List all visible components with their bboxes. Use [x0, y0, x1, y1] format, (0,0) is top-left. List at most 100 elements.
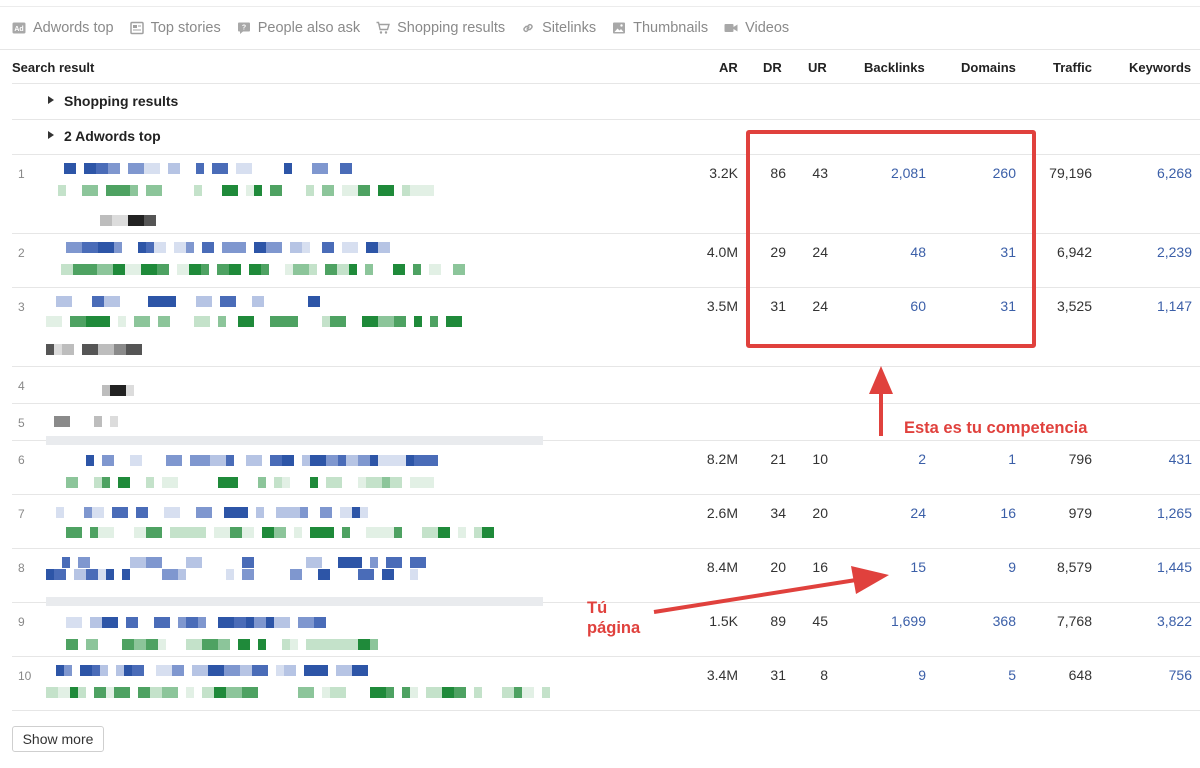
table-header: Search result AR DR UR Backlinks Domains…: [12, 50, 1200, 84]
cell-traffic: 3,525: [1056, 298, 1092, 314]
cell-ar: 4.0M: [706, 244, 738, 260]
filter-label: Top stories: [150, 20, 221, 36]
video-icon: [724, 21, 738, 35]
header-traffic[interactable]: Traffic: [1053, 60, 1092, 75]
filter-label: Thumbnails: [633, 20, 709, 36]
header-ur[interactable]: UR: [808, 60, 827, 75]
cell-backlinks[interactable]: 24: [910, 505, 926, 521]
cell-ar: 8.2M: [706, 451, 738, 467]
blurred-result-snippet[interactable]: [46, 665, 550, 715]
snippet-divider: [46, 597, 543, 606]
cell-dr: 20: [770, 559, 786, 575]
table-row: 4: [12, 367, 1200, 404]
cell-backlinks[interactable]: 1,699: [891, 613, 926, 629]
table-row: 6 8.2M 21 10 2 1 796 431: [12, 441, 1200, 495]
blurred-result-snippet[interactable]: [46, 503, 546, 553]
blurred-result-snippet[interactable]: [46, 296, 546, 355]
annotation-your-page-line2: página: [587, 619, 641, 637]
cell-keywords[interactable]: 2,239: [1157, 244, 1192, 260]
table-row: 8 8.4M 20 16 15 9 8,579 1,445: [12, 549, 1200, 603]
filter-label: Videos: [745, 20, 790, 36]
cell-keywords[interactable]: 3,822: [1157, 613, 1192, 629]
cell-ur: 10: [812, 451, 828, 467]
filter-videos[interactable]: Videos: [724, 20, 789, 36]
cell-traffic: 6,942: [1056, 244, 1092, 260]
table-row: 10 3.4M 31 8 9 5 648 756: [12, 657, 1200, 711]
cell-traffic: 796: [1068, 451, 1092, 467]
filter-people-also-ask[interactable]: ? People also ask: [237, 20, 360, 36]
filter-top-stories[interactable]: Top stories: [129, 20, 221, 36]
cell-ar: 3.5M: [706, 298, 738, 314]
cell-domains[interactable]: 368: [993, 613, 1016, 629]
cell-keywords[interactable]: 1,445: [1157, 559, 1192, 575]
cell-keywords[interactable]: 1,147: [1157, 298, 1192, 314]
header-ar[interactable]: AR: [719, 60, 738, 75]
filter-label: Sitelinks: [542, 20, 597, 36]
cell-traffic: 648: [1068, 667, 1092, 683]
cell-ar: 2.6M: [706, 505, 738, 521]
cell-keywords[interactable]: 1,265: [1157, 505, 1192, 521]
cell-ar: 1.5K: [709, 613, 738, 629]
row-position: 2: [18, 246, 25, 260]
cell-dr: 89: [770, 613, 786, 629]
cell-ur: 8: [820, 667, 828, 683]
header-domains[interactable]: Domains: [961, 60, 1016, 75]
cell-ur: 20: [812, 505, 828, 521]
cell-domains[interactable]: 1: [1008, 451, 1016, 467]
row-position: 1: [18, 167, 25, 181]
caret-right-icon: [48, 131, 54, 139]
row-position: 9: [18, 615, 25, 629]
cell-domains[interactable]: 9: [1008, 559, 1016, 575]
news-icon: [129, 21, 144, 35]
cell-ar: 3.4M: [706, 667, 738, 683]
cell-keywords[interactable]: 431: [1169, 451, 1192, 467]
cell-backlinks[interactable]: 9: [918, 667, 926, 683]
filter-adwords-top[interactable]: Ad Adwords top: [12, 20, 114, 36]
blurred-result-snippet[interactable]: [46, 242, 546, 292]
show-more-button[interactable]: Show more: [12, 726, 104, 752]
row-position: 6: [18, 453, 25, 467]
svg-text:?: ?: [242, 25, 246, 32]
table-row: 7 2.6M 34 20 24 16 979 1,265: [12, 495, 1200, 549]
caret-right-icon: [48, 96, 54, 104]
cell-domains[interactable]: 16: [1000, 505, 1016, 521]
filter-thumbnails[interactable]: Thumbnails: [612, 20, 708, 36]
group-shopping-results[interactable]: Shopping results: [12, 84, 1200, 120]
cell-ar: 3.2K: [709, 165, 738, 181]
row-position: 4: [18, 379, 25, 393]
blurred-result-snippet[interactable]: [46, 163, 546, 226]
cell-backlinks[interactable]: 15: [910, 559, 926, 575]
row-position: 8: [18, 561, 25, 575]
cell-traffic: 8,579: [1056, 559, 1092, 575]
cell-traffic: 979: [1068, 505, 1092, 521]
cell-backlinks[interactable]: 2: [918, 451, 926, 467]
blurred-result-snippet[interactable]: [46, 611, 546, 661]
cell-traffic: 7,768: [1056, 613, 1092, 629]
blurred-result-snippet[interactable]: [46, 449, 546, 499]
serp-features-bar: Ad Adwords top Top stories ? People also…: [0, 6, 1200, 50]
filter-label: Adwords top: [33, 20, 114, 36]
competition-highlight-box: [746, 130, 1036, 348]
annotation-competition: Esta es tu competencia: [904, 419, 1088, 437]
cell-keywords[interactable]: 756: [1169, 667, 1192, 683]
cell-ur: 16: [812, 559, 828, 575]
cell-domains[interactable]: 5: [1008, 667, 1016, 683]
header-backlinks[interactable]: Backlinks: [864, 60, 925, 75]
group-label: 2 Adwords top: [64, 128, 161, 144]
filter-shopping-results[interactable]: Shopping results: [376, 20, 505, 36]
svg-text:Ad: Ad: [14, 26, 23, 33]
cell-keywords[interactable]: 6,268: [1157, 165, 1192, 181]
header-search-result[interactable]: Search result: [12, 60, 94, 75]
question-bubble-icon: ?: [237, 21, 251, 35]
annotation-your-page-line1: Tú: [587, 599, 608, 617]
link-icon: [521, 21, 535, 35]
cell-traffic: 79,196: [1049, 165, 1092, 181]
filter-label: People also ask: [257, 20, 361, 36]
cell-ar: 8.4M: [706, 559, 738, 575]
group-label: Shopping results: [64, 93, 179, 109]
snippet-divider: [46, 436, 543, 445]
cell-dr: 31: [770, 667, 786, 683]
header-dr[interactable]: DR: [763, 60, 782, 75]
header-keywords[interactable]: Keywords: [1129, 60, 1191, 75]
filter-sitelinks[interactable]: Sitelinks: [521, 20, 596, 36]
